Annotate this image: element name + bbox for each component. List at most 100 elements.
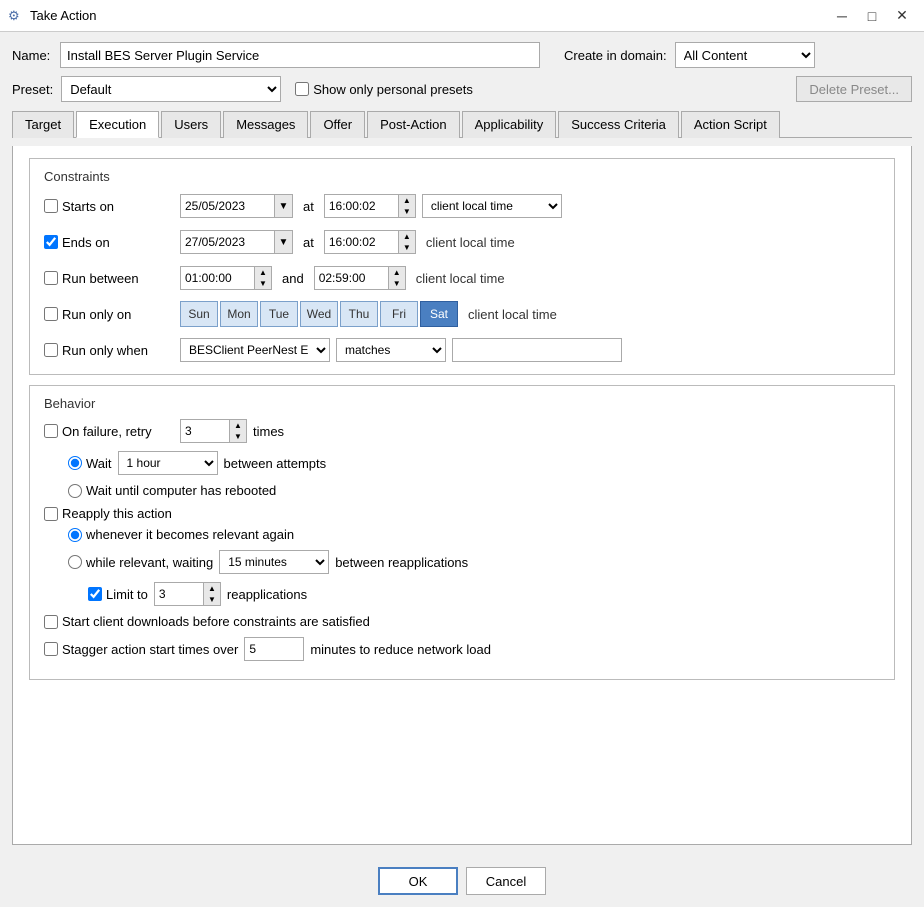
- starts-on-time-up[interactable]: ▲: [399, 195, 415, 206]
- wait-reboot-radio-label[interactable]: Wait until computer has rebooted: [68, 483, 276, 498]
- limit-count-input[interactable]: [154, 582, 204, 606]
- wait-select[interactable]: 1 hour: [118, 451, 218, 475]
- ends-on-time-up[interactable]: ▲: [399, 231, 415, 242]
- on-failure-checkbox[interactable]: [44, 424, 58, 438]
- stagger-row: Stagger action start times over minutes …: [44, 637, 880, 661]
- retry-spin-down[interactable]: ▼: [230, 431, 246, 442]
- tab-users[interactable]: Users: [161, 111, 221, 138]
- whenever-relevant-radio-label[interactable]: whenever it becomes relevant again: [68, 527, 294, 542]
- tab-offer[interactable]: Offer: [310, 111, 365, 138]
- starts-on-date-button[interactable]: ▼: [275, 194, 293, 218]
- run-between-label[interactable]: Run between: [44, 271, 174, 286]
- name-input[interactable]: [60, 42, 540, 68]
- run-between-start-input[interactable]: [180, 266, 255, 290]
- day-thu-button[interactable]: Thu: [340, 301, 378, 327]
- cancel-button[interactable]: Cancel: [466, 867, 546, 895]
- starts-on-row: Starts on ▼ at ▲ ▼ c: [44, 192, 880, 220]
- on-failure-label[interactable]: On failure, retry: [44, 424, 174, 439]
- start-downloads-label[interactable]: Start client downloads before constraint…: [44, 614, 370, 629]
- limit-to-label[interactable]: Limit to: [88, 587, 148, 602]
- stagger-value-input[interactable]: [244, 637, 304, 661]
- close-button[interactable]: ✕: [888, 6, 916, 26]
- run-only-when-value-input[interactable]: [452, 338, 622, 362]
- while-relevant-row: while relevant, waiting 15 minutes betwe…: [68, 550, 880, 574]
- while-relevant-radio[interactable]: [68, 555, 82, 569]
- starts-on-time-input[interactable]: [324, 194, 399, 218]
- run-only-on-checkbox[interactable]: [44, 307, 58, 321]
- maximize-button[interactable]: □: [858, 6, 886, 26]
- tab-applicability[interactable]: Applicability: [462, 111, 557, 138]
- run-between-start-up[interactable]: ▲: [255, 267, 271, 278]
- wait-radio[interactable]: [68, 456, 82, 470]
- run-between-row: Run between ▲ ▼ and ▲ ▼: [44, 264, 880, 292]
- tab-messages[interactable]: Messages: [223, 111, 308, 138]
- tab-target[interactable]: Target: [12, 111, 74, 138]
- tab-execution[interactable]: Execution: [76, 111, 159, 138]
- delete-preset-button[interactable]: Delete Preset...: [796, 76, 912, 102]
- day-buttons-group: Sun Mon Tue Wed Thu Fri Sat: [180, 301, 458, 327]
- limit-spin-up[interactable]: ▲: [204, 583, 220, 594]
- tab-success-criteria[interactable]: Success Criteria: [558, 111, 679, 138]
- wait-radio-label[interactable]: Wait: [68, 456, 112, 471]
- starts-on-checkbox[interactable]: [44, 199, 58, 213]
- starts-on-time-down[interactable]: ▼: [399, 206, 415, 217]
- tab-bar: Target Execution Users Messages Offer Po…: [12, 110, 912, 138]
- run-between-end-up[interactable]: ▲: [389, 267, 405, 278]
- starts-on-date-input[interactable]: [180, 194, 275, 218]
- ends-on-time-input[interactable]: [324, 230, 399, 254]
- run-between-end-down[interactable]: ▼: [389, 278, 405, 289]
- ends-on-date-input[interactable]: [180, 230, 275, 254]
- retry-count-input[interactable]: [180, 419, 230, 443]
- starts-on-label[interactable]: Starts on: [44, 199, 174, 214]
- day-mon-button[interactable]: Mon: [220, 301, 258, 327]
- while-relevant-interval-select[interactable]: 15 minutes: [219, 550, 329, 574]
- limit-to-checkbox[interactable]: [88, 587, 102, 601]
- reapply-label[interactable]: Reapply this action: [44, 506, 174, 521]
- day-wed-button[interactable]: Wed: [300, 301, 338, 327]
- tab-action-script[interactable]: Action Script: [681, 111, 780, 138]
- whenever-relevant-radio[interactable]: [68, 528, 82, 542]
- stagger-checkbox[interactable]: [44, 642, 58, 656]
- limit-count-group: ▲ ▼: [154, 582, 221, 606]
- limit-spin-down[interactable]: ▼: [204, 594, 220, 605]
- ok-button[interactable]: OK: [378, 867, 458, 895]
- start-downloads-row: Start client downloads before constraint…: [44, 614, 880, 629]
- stagger-checkbox-label[interactable]: Stagger action start times over: [44, 642, 238, 657]
- retry-spin-up[interactable]: ▲: [230, 420, 246, 431]
- retry-spinner: ▲ ▼: [230, 419, 247, 443]
- stagger-suffix-label: minutes to reduce network load: [310, 642, 491, 657]
- preset-select[interactable]: Default: [61, 76, 281, 102]
- ends-on-at-label: at: [299, 235, 318, 250]
- run-only-when-property-select[interactable]: BESClient PeerNest E: [180, 338, 330, 362]
- minimize-button[interactable]: ─: [828, 6, 856, 26]
- day-sat-button[interactable]: Sat: [420, 301, 458, 327]
- run-between-checkbox[interactable]: [44, 271, 58, 285]
- ends-on-date-button[interactable]: ▼: [275, 230, 293, 254]
- starts-on-timezone-select[interactable]: client local time: [422, 194, 562, 218]
- run-only-when-operator-select[interactable]: matches: [336, 338, 446, 362]
- reapply-checkbox[interactable]: [44, 507, 58, 521]
- show-personal-checkbox[interactable]: [295, 82, 309, 96]
- start-downloads-checkbox[interactable]: [44, 615, 58, 629]
- run-only-when-label[interactable]: Run only when: [44, 343, 174, 358]
- ends-on-time-spinner: ▲ ▼: [399, 230, 416, 254]
- wait-reboot-radio[interactable]: [68, 484, 82, 498]
- run-only-when-checkbox[interactable]: [44, 343, 58, 357]
- day-tue-button[interactable]: Tue: [260, 301, 298, 327]
- run-between-start-down[interactable]: ▼: [255, 278, 271, 289]
- ends-on-time-down[interactable]: ▼: [399, 242, 415, 253]
- day-sun-button[interactable]: Sun: [180, 301, 218, 327]
- retry-count-group: ▲ ▼: [180, 419, 247, 443]
- run-only-on-label[interactable]: Run only on: [44, 307, 174, 322]
- domain-select[interactable]: All Content: [675, 42, 815, 68]
- day-fri-button[interactable]: Fri: [380, 301, 418, 327]
- run-only-when-row: Run only when BESClient PeerNest E match…: [44, 336, 880, 364]
- run-between-end-input[interactable]: [314, 266, 389, 290]
- show-personal-label[interactable]: Show only personal presets: [295, 82, 473, 97]
- while-relevant-radio-label[interactable]: while relevant, waiting: [68, 555, 213, 570]
- tab-post-action[interactable]: Post-Action: [367, 111, 459, 138]
- window-title: Take Action: [30, 8, 828, 23]
- ends-on-checkbox[interactable]: [44, 235, 58, 249]
- main-content: Name: Create in domain: All Content Pres…: [0, 32, 924, 855]
- ends-on-label[interactable]: Ends on: [44, 235, 174, 250]
